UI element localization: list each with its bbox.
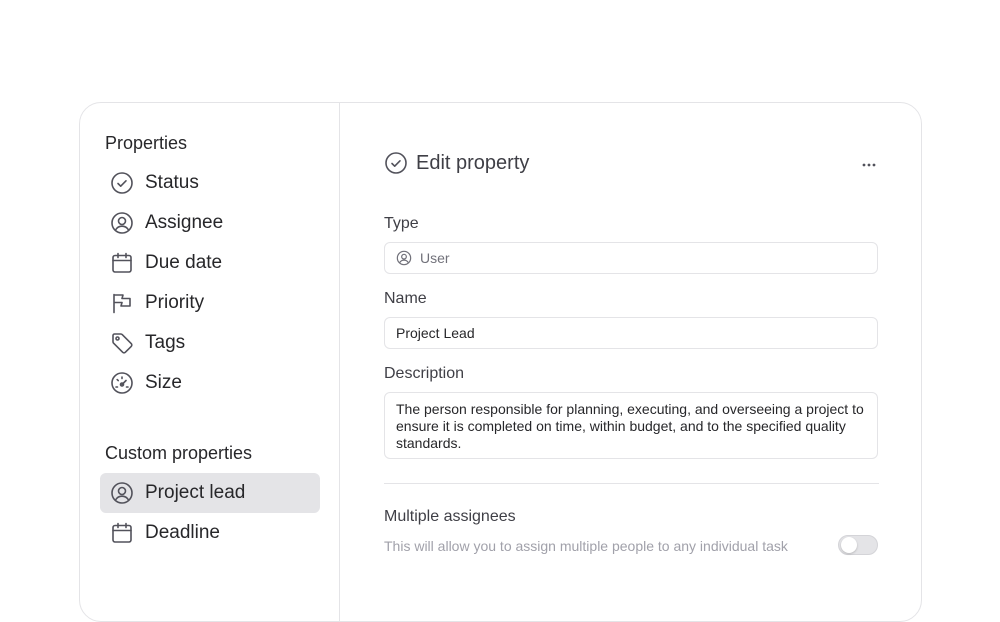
- flag-icon: [110, 291, 134, 315]
- sidebar-item-label: Tags: [145, 332, 186, 353]
- description-label: Description: [384, 365, 465, 382]
- multiple-assignees-toggle[interactable]: [838, 535, 878, 555]
- description-value: The person responsible for planning, exe…: [396, 401, 864, 451]
- custom-properties-heading: Custom properties: [105, 443, 253, 463]
- multiple-assignees-help: This will allow you to assign multiple p…: [384, 538, 788, 554]
- sidebar-item-deadline[interactable]: Deadline: [100, 513, 320, 553]
- sidebar-item-size[interactable]: Size: [100, 363, 320, 403]
- tag-icon: [110, 331, 134, 355]
- sidebar-item-label: Size: [145, 372, 182, 393]
- sidebar-item-label: Status: [145, 172, 199, 193]
- edit-property-panel: Properties Status Assignee Due date Prio…: [79, 102, 922, 622]
- editor-header: Edit property: [384, 151, 529, 175]
- page-title: Edit property: [416, 151, 530, 174]
- toggle-knob: [841, 537, 857, 553]
- gauge-icon: [110, 371, 134, 395]
- ellipsis-icon: [861, 154, 877, 172]
- type-label: Type: [384, 215, 419, 232]
- sidebar-item-due-date[interactable]: Due date: [100, 243, 320, 283]
- sidebar-item-label: Deadline: [145, 522, 220, 543]
- sidebar-item-label: Assignee: [145, 212, 224, 233]
- property-editor: Edit property Type User Name Project Lea…: [341, 103, 921, 621]
- sidebar-item-label: Priority: [145, 292, 205, 313]
- more-options-button[interactable]: [857, 153, 881, 173]
- user-circle-icon: [110, 481, 134, 505]
- type-value: User: [420, 250, 450, 266]
- sidebar-item-status[interactable]: Status: [100, 163, 320, 203]
- multiple-assignees-label: Multiple assignees: [384, 508, 516, 525]
- sidebar-item-label: Project lead: [145, 482, 246, 503]
- name-label: Name: [384, 290, 427, 307]
- name-field[interactable]: Project Lead: [384, 317, 878, 349]
- description-field[interactable]: The person responsible for planning, exe…: [384, 392, 878, 459]
- properties-heading: Properties: [105, 133, 188, 153]
- user-circle-icon: [110, 211, 134, 235]
- sidebar-item-priority[interactable]: Priority: [100, 283, 320, 323]
- user-circle-icon: [396, 250, 412, 266]
- name-value: Project Lead: [396, 325, 475, 341]
- check-circle-icon: [110, 171, 134, 195]
- sidebar-item-label: Due date: [145, 252, 223, 273]
- sidebar-item-tags[interactable]: Tags: [100, 323, 320, 363]
- check-circle-icon: [384, 151, 408, 175]
- sidebar-item-assignee[interactable]: Assignee: [100, 203, 320, 243]
- sidebar: Properties Status Assignee Due date Prio…: [80, 103, 340, 621]
- type-select[interactable]: User: [384, 242, 878, 274]
- divider: [384, 483, 879, 484]
- calendar-icon: [110, 521, 134, 545]
- sidebar-item-project-lead[interactable]: Project lead: [100, 473, 320, 513]
- calendar-icon: [110, 251, 134, 275]
